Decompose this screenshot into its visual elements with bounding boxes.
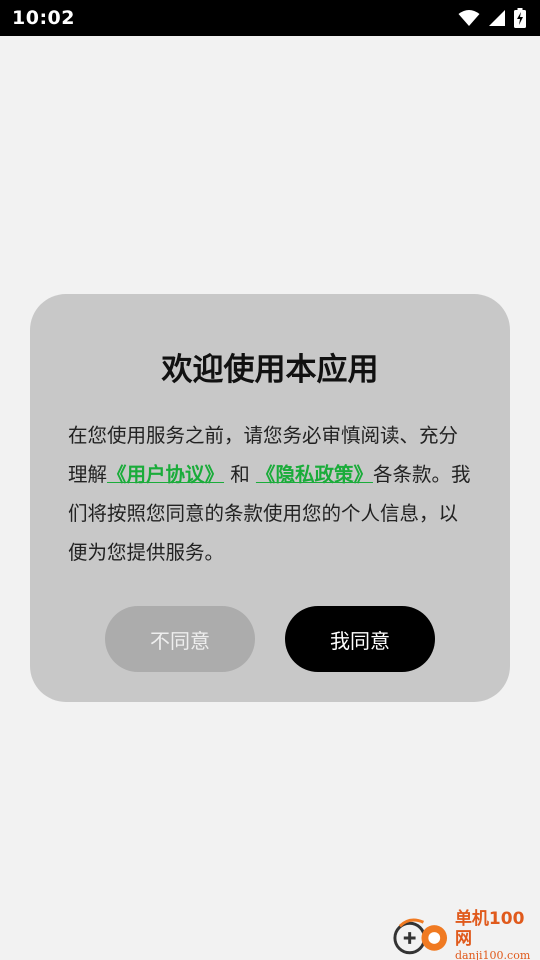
watermark-url: danji100.com: [454, 949, 531, 960]
status-icons: [458, 8, 526, 28]
agree-button[interactable]: 我同意: [285, 606, 435, 672]
disagree-button[interactable]: 不同意: [105, 606, 255, 672]
status-bar: 10:02: [0, 0, 540, 36]
privacy-policy-link[interactable]: 《隐私政策》: [256, 463, 373, 486]
watermark-text: 单机100网 danji100.com: [455, 909, 540, 960]
watermark-logo-icon: [393, 918, 448, 955]
watermark: 单机100网 danji100.com: [390, 909, 540, 960]
consent-dialog: 欢迎使用本应用 在您使用服务之前，请您务必审慎阅读、充分理解《用户协议》 和 《…: [30, 294, 510, 702]
dialog-message: 在您使用服务之前，请您务必审慎阅读、充分理解《用户协议》 和 《隐私政策》各条款…: [68, 416, 476, 572]
dialog-title: 欢迎使用本应用: [161, 352, 379, 388]
watermark-name: 单机100网: [454, 909, 525, 949]
status-time: 10:02: [12, 7, 75, 29]
user-agreement-link[interactable]: 《用户协议》: [107, 463, 224, 486]
message-text-part2: 和: [224, 463, 256, 486]
battery-charging-icon: [514, 8, 526, 28]
wifi-icon: [458, 9, 480, 27]
cellular-signal-icon: [488, 9, 506, 27]
